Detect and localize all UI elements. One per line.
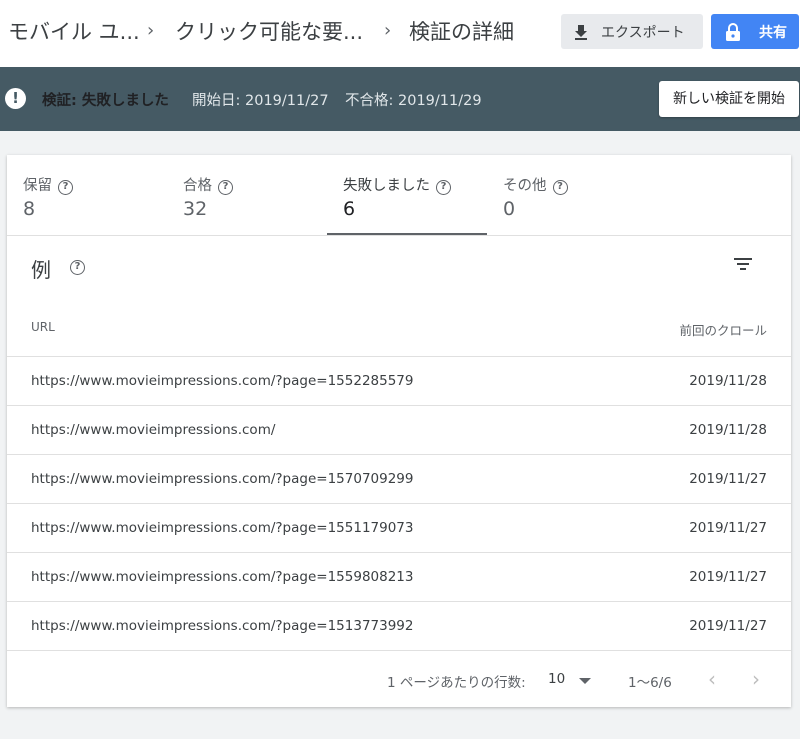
tab-count: 6 bbox=[343, 198, 356, 220]
breadcrumb-item-mobile-usability[interactable]: モバイル ユ... bbox=[8, 16, 140, 46]
row-url: https://www.movieimpressions.com/?page=1… bbox=[31, 520, 414, 536]
rows-per-page-label: 1 ページあたりの行数: bbox=[387, 675, 526, 691]
examples-title: 例 bbox=[31, 258, 51, 282]
table-row[interactable]: https://www.movieimpressions.com/ 2019/1… bbox=[7, 406, 791, 455]
tab-passed[interactable]: 合格? 32 bbox=[167, 155, 327, 235]
column-header-url[interactable]: URL bbox=[31, 320, 55, 334]
table-row[interactable]: https://www.movieimpressions.com/?page=1… bbox=[7, 455, 791, 504]
validation-start-date: 開始日: 2019/11/27 bbox=[192, 93, 329, 109]
chevron-left-icon[interactable]: ‹ bbox=[708, 667, 716, 691]
page-range: 1～6/6 bbox=[628, 675, 672, 691]
rows-per-page-select[interactable]: 10 bbox=[548, 671, 565, 687]
row-url: https://www.movieimpressions.com/ bbox=[31, 422, 276, 438]
table-row[interactable]: https://www.movieimpressions.com/?page=1… bbox=[7, 504, 791, 553]
chevron-right-icon: › bbox=[384, 20, 392, 41]
help-icon[interactable]: ? bbox=[436, 180, 451, 195]
tab-label: その他 bbox=[503, 178, 547, 194]
table-row[interactable]: https://www.movieimpressions.com/?page=1… bbox=[7, 553, 791, 602]
help-icon[interactable]: ? bbox=[70, 260, 85, 275]
breadcrumb-item-clickable-elements[interactable]: クリック可能な要... bbox=[175, 16, 363, 46]
breadcrumb-item-validation-details: 検証の詳細 bbox=[409, 20, 514, 44]
tab-pending[interactable]: 保留? 8 bbox=[7, 155, 167, 235]
chevron-right-icon: › bbox=[147, 20, 155, 41]
row-date: 2019/11/27 bbox=[689, 618, 767, 634]
tab-other[interactable]: その他? 0 bbox=[487, 155, 647, 235]
row-url: https://www.movieimpressions.com/?page=1… bbox=[31, 471, 414, 487]
error-icon: ! bbox=[5, 88, 26, 109]
validation-failed-date: 不合格: 2019/11/29 bbox=[345, 93, 482, 109]
export-button[interactable]: エクスポート bbox=[561, 14, 703, 49]
help-icon[interactable]: ? bbox=[218, 180, 233, 195]
row-date: 2019/11/28 bbox=[689, 373, 767, 389]
help-icon[interactable]: ? bbox=[552, 180, 568, 195]
start-new-validation-button[interactable]: 新しい検証を開始 bbox=[659, 81, 799, 117]
lock-icon bbox=[726, 22, 740, 41]
divider bbox=[7, 650, 791, 651]
tab-label: 失敗しました bbox=[343, 178, 430, 194]
row-date: 2019/11/27 bbox=[689, 520, 767, 536]
tab-count: 32 bbox=[183, 198, 208, 220]
row-url: https://www.movieimpressions.com/?page=1… bbox=[31, 569, 414, 585]
table-row[interactable]: https://www.movieimpressions.com/?page=1… bbox=[7, 602, 791, 651]
chevron-right-icon[interactable]: › bbox=[752, 667, 760, 691]
divider bbox=[7, 235, 791, 236]
tab-label: 保留 bbox=[23, 178, 52, 194]
filter-icon[interactable] bbox=[733, 256, 753, 272]
row-date: 2019/11/27 bbox=[689, 471, 767, 487]
share-button[interactable]: 共有 bbox=[711, 14, 799, 49]
export-button-label: エクスポート bbox=[601, 24, 685, 41]
download-icon bbox=[575, 24, 587, 40]
row-url: https://www.movieimpressions.com/?page=1… bbox=[31, 373, 414, 389]
row-date: 2019/11/27 bbox=[689, 569, 767, 585]
tab-failed[interactable]: 失敗しました? 6 bbox=[327, 155, 487, 235]
tab-label: 合格 bbox=[183, 178, 212, 194]
table-row[interactable]: https://www.movieimpressions.com/?page=1… bbox=[7, 357, 791, 406]
row-date: 2019/11/28 bbox=[689, 422, 767, 438]
tab-count: 8 bbox=[23, 198, 36, 220]
validation-status: 検証: 失敗しました bbox=[42, 93, 169, 109]
tab-count: 0 bbox=[503, 198, 516, 220]
share-button-label: 共有 bbox=[759, 24, 787, 41]
row-url: https://www.movieimpressions.com/?page=1… bbox=[31, 618, 414, 634]
caret-down-icon[interactable] bbox=[579, 678, 591, 684]
help-icon[interactable]: ? bbox=[58, 180, 73, 195]
column-header-last-crawl[interactable]: 前回のクロール bbox=[679, 320, 767, 339]
